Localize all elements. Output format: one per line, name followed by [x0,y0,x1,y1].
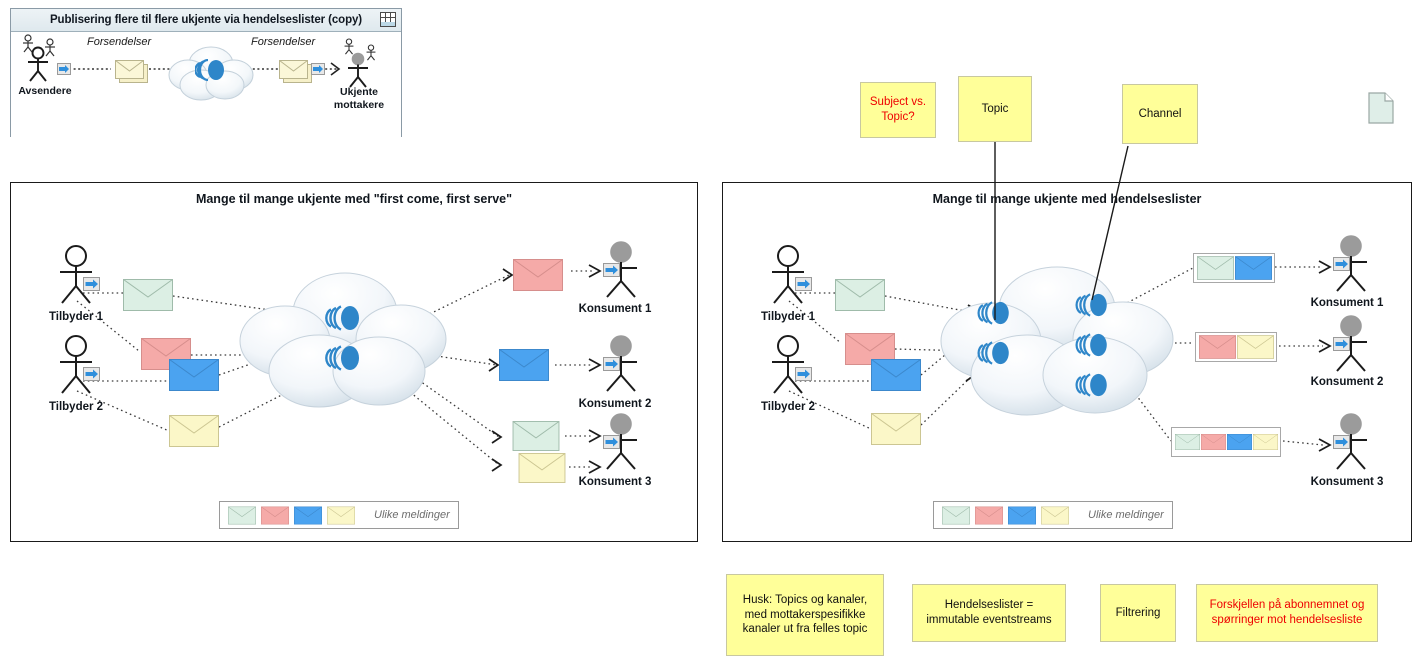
note-subject-vs-topic-text: Subject vs. Topic? [869,96,927,123]
note-channel-text: Channel [1138,107,1182,120]
note-forskjellen-text: Forskjellen på abonnemnet og spørringer … [1209,599,1365,626]
note-husk-topics[interactable]: Husk: Topics og kanaler, med mottakerspe… [726,574,884,656]
note-channel[interactable]: Channel [1122,84,1198,144]
document-icon[interactable] [1368,92,1394,129]
note-hendelseslister[interactable]: Hendelseslister = immutable eventstreams [912,584,1066,642]
note-hendelseslister-text: Hendelseslister = immutable eventstreams [926,599,1052,626]
note-filtrering[interactable]: Filtrering [1100,584,1176,642]
note-subject-vs-topic[interactable]: Subject vs. Topic? [860,82,936,138]
note-leader-lines [994,141,1129,320]
note-topic[interactable]: Topic [958,76,1032,142]
diagram-canvas: Publisering flere til flere ukjente via … [0,0,1422,666]
note-topic-text: Topic [981,102,1009,115]
note-husk-topics-text: Husk: Topics og kanaler, med mottakerspe… [742,593,868,636]
note-filtrering-text: Filtrering [1115,606,1161,619]
note-forskjellen[interactable]: Forskjellen på abonnemnet og spørringer … [1196,584,1378,642]
